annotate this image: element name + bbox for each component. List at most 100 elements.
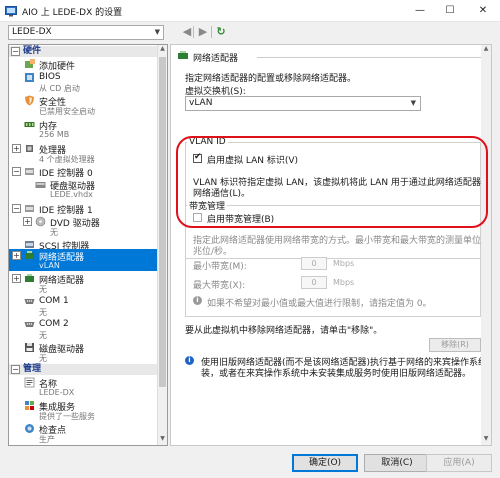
tree-item-bios[interactable]: BIOS 从 CD 启动 <box>9 71 158 93</box>
chevron-down-icon: ▼ <box>154 28 160 36</box>
remove-button[interactable]: 移除(R) <box>429 338 481 352</box>
bandwidth-description-line1: 指定此网络适配器使用网络带宽的方式。最小带宽和最大带宽的测量单位为 <box>193 236 491 246</box>
collapse-icon[interactable]: − <box>11 365 20 374</box>
panel-header: 网络适配器 <box>177 49 481 64</box>
close-button[interactable]: ✕ <box>466 0 500 22</box>
apply-button[interactable]: 应用(A) <box>426 454 492 472</box>
tree-item-com-1[interactable]: COM 1 无 <box>9 295 158 317</box>
settings-tree: − 硬件 添加硬件 BIOS 从 CD 启动 安全性 已禁用安全启动 内存 25… <box>8 44 168 446</box>
virtual-switch-value: vLAN <box>189 98 213 108</box>
min-bandwidth-input[interactable]: 0 <box>301 257 327 270</box>
scrollbar-thumb[interactable] <box>159 57 166 387</box>
tree-item-sub: 生产 <box>39 435 55 444</box>
tree-item-sub: 提供了一些服务 <box>39 412 95 421</box>
tree-scrollbar[interactable]: ▲ ▼ <box>157 45 167 445</box>
tree-item-processor[interactable]: + 处理器 4 个虚拟处理器 <box>9 142 158 164</box>
checkpoint-icon <box>25 424 34 433</box>
ok-button[interactable]: 确定(O) <box>292 454 358 472</box>
panel-title: 网络适配器 <box>193 54 239 64</box>
floppy-drive-icon <box>25 343 34 352</box>
expand-icon[interactable]: + <box>12 251 21 260</box>
window-title: AIO 上 LEDE-DX 的设置 <box>22 8 123 18</box>
memory-icon <box>24 122 35 127</box>
section-management[interactable]: − 管理 <box>9 364 158 375</box>
minimize-button[interactable]: — <box>405 0 435 22</box>
tree-item-network-adapter-2[interactable]: + 网络适配器 无 <box>9 272 158 294</box>
expand-icon[interactable]: + <box>12 274 21 283</box>
panel-scrollbar[interactable]: ▲ ▼ <box>481 45 491 445</box>
max-bandwidth-label: 最大带宽(X): <box>193 281 246 291</box>
tree-item-memory[interactable]: 内存 256 MB <box>9 118 158 140</box>
tree-item-network-adapter-selected[interactable]: + 网络适配器 vLAN <box>9 249 158 271</box>
panel-description: 指定网络适配器的配置或移除网络适配器。 <box>185 74 357 84</box>
expand-icon[interactable]: + <box>23 217 32 226</box>
header-divider <box>257 57 481 58</box>
maximize-button[interactable]: ☐ <box>435 0 465 22</box>
tree-item-integration-services[interactable]: 集成服务 提供了一些服务 <box>9 399 158 421</box>
network-adapter-icon <box>25 251 34 259</box>
info-icon: i <box>185 356 194 365</box>
scroll-down-icon[interactable]: ▼ <box>481 435 491 445</box>
tree-item-checkpoint[interactable]: 检查点 生产 <box>9 422 158 444</box>
tree-item-sub: LEDE.vhdx <box>50 190 93 199</box>
collapse-icon[interactable]: − <box>12 204 21 213</box>
bios-icon <box>25 73 34 82</box>
network-adapter-icon <box>25 274 34 282</box>
add-hardware-icon <box>25 59 35 68</box>
back-button[interactable]: ◀ <box>180 25 194 39</box>
network-adapter-icon <box>178 51 188 59</box>
toolbar-divider <box>211 26 212 38</box>
integration-services-icon <box>25 401 34 410</box>
tree-item-label: COM 1 <box>39 296 69 306</box>
tree-item-sub: 已禁用安全启动 <box>39 107 95 116</box>
scroll-up-icon[interactable]: ▲ <box>158 45 167 55</box>
settings-panel: 网络适配器 指定网络适配器的配置或移除网络适配器。 虚拟交换机(S): vLAN… <box>170 44 492 446</box>
tree-item-label: COM 2 <box>39 319 69 329</box>
tree-item-dvd-drive[interactable]: + DVD 驱动器 无 <box>9 215 158 237</box>
processor-icon <box>26 145 33 152</box>
min-bandwidth-unit: Mbps <box>333 259 355 268</box>
tree-item-security[interactable]: 安全性 已禁用安全启动 <box>9 94 158 116</box>
tree-item-com-2[interactable]: COM 2 无 <box>9 318 158 340</box>
hyper-v-settings-icon <box>5 6 17 17</box>
tree-item-hard-drive[interactable]: 硬盘驱动器 LEDE.vhdx <box>9 178 158 200</box>
collapse-icon[interactable]: − <box>11 47 20 56</box>
tree-item-sub: 无 <box>50 228 58 237</box>
scroll-down-icon[interactable]: ▼ <box>158 435 167 445</box>
tree-item-name[interactable]: 名称 LEDE-DX <box>9 376 158 398</box>
forward-button[interactable]: ▶ <box>196 25 210 39</box>
toolbar: LEDE-DX ▼ ◀ ▶ ↻ <box>0 22 500 42</box>
virtual-switch-select[interactable]: vLAN ▼ <box>185 96 421 111</box>
vlan-highlight-annotation <box>176 136 488 228</box>
collapse-icon[interactable]: − <box>12 167 21 176</box>
com-port-icon <box>24 322 35 327</box>
tree-item-sub: 无 <box>39 331 47 340</box>
tree-item-sub: vLAN <box>39 261 60 270</box>
tree-item-sub: 无 <box>39 354 47 363</box>
scroll-up-icon[interactable]: ▲ <box>481 45 491 55</box>
name-icon <box>24 377 35 388</box>
bandwidth-description-line2: 兆位/秒。 <box>193 247 233 257</box>
vm-select[interactable]: LEDE-DX ▼ <box>8 25 164 40</box>
expand-icon[interactable]: + <box>12 144 21 153</box>
min-bandwidth-label: 最小带宽(M): <box>193 262 247 272</box>
tree-item-sub: LEDE-DX <box>39 388 75 397</box>
refresh-button[interactable]: ↻ <box>214 25 228 39</box>
tree-item-floppy-drive[interactable]: 磁盘驱动器 无 <box>9 341 158 363</box>
tree-item-sub: 无 <box>39 308 47 317</box>
hard-drive-icon <box>35 182 46 188</box>
tree-item-sub: 256 MB <box>39 130 70 139</box>
section-hardware[interactable]: − 硬件 <box>9 46 158 57</box>
dvd-drive-icon <box>35 216 46 227</box>
tree-item-sub: 无 <box>39 285 47 294</box>
toolbar-divider <box>193 26 194 38</box>
legacy-adapter-note-line2: 装，或者在来宾操作系统中未安装集成服务时使用旧版网络适配器。 <box>201 369 472 379</box>
ide-controller-icon <box>25 205 34 212</box>
tree-item-sub: 从 CD 启动 <box>39 84 80 93</box>
max-bandwidth-input[interactable]: 0 <box>301 276 327 289</box>
security-shield-icon <box>25 95 34 106</box>
cancel-button[interactable]: 取消(C) <box>364 454 430 472</box>
vm-select-value: LEDE-DX <box>12 27 52 37</box>
tree-item-sub: 4 个虚拟处理器 <box>39 155 95 164</box>
title-bar: AIO 上 LEDE-DX 的设置 — ☐ ✕ <box>0 0 500 22</box>
